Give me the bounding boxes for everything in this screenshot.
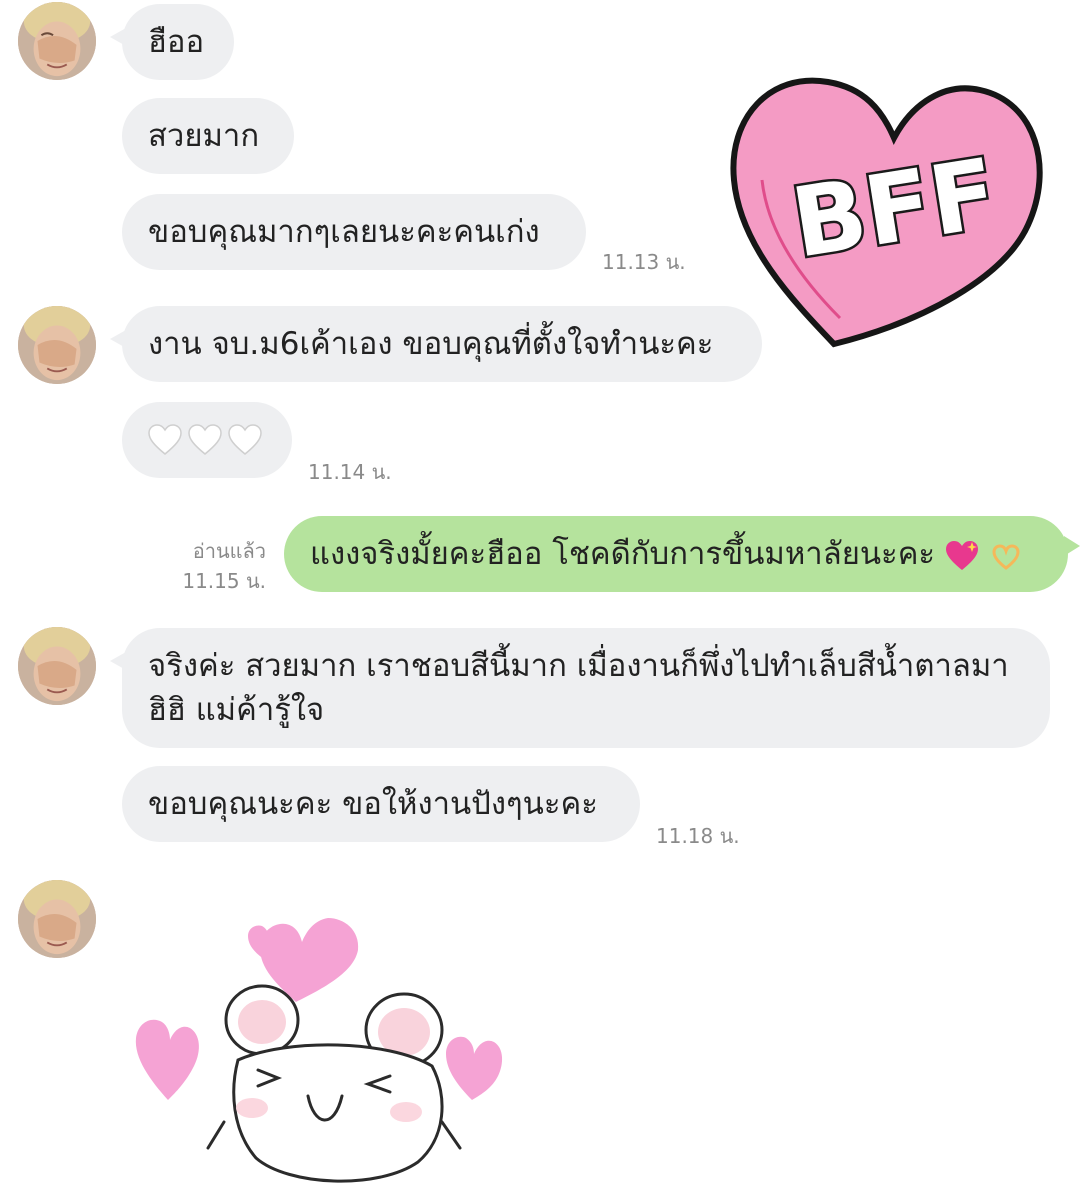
received-message[interactable]: ขอบคุณนะคะ ขอให้งานปังๆนะคะ	[122, 766, 640, 842]
read-receipt: อ่านแล้ว 11.15 น.	[150, 536, 266, 596]
message-timestamp: 11.13 น.	[602, 250, 686, 274]
received-message[interactable]: ฮืออ	[110, 4, 234, 80]
received-message[interactable]: ขอบคุณมากๆเลยนะคะคนเก่ง	[122, 194, 586, 270]
avatar-photo-icon	[18, 627, 96, 705]
received-message[interactable]	[122, 402, 292, 478]
received-message[interactable]: งาน จบ.ม6เค้าเอง ขอบคุณที่ตั้งใจทำนะคะ	[110, 306, 762, 382]
avatar-photo-icon	[18, 2, 96, 80]
message-text: จริงค่ะ สวยมาก เราชอบสีนี้มาก เมื่องานก็…	[148, 648, 1009, 728]
pink-heart-icon	[446, 1036, 503, 1100]
bff-heart-sticker[interactable]: BFF	[722, 60, 1052, 354]
received-message[interactable]: สวยมาก	[122, 98, 294, 174]
white-heart-emoji	[148, 423, 182, 455]
sparkling-heart-emoji	[945, 540, 978, 570]
sender-avatar[interactable]	[18, 627, 96, 705]
read-status: อ่านแล้ว	[192, 539, 266, 563]
sent-message[interactable]: แงงจริงมั้ยคะฮืออ โชคดีกับการขึ้นมหาลัยน…	[284, 516, 1080, 592]
message-timestamp: 11.15 น.	[182, 569, 266, 593]
received-message[interactable]: จริงค่ะ สวยมาก เราชอบสีนี้มาก เมื่องานก็…	[110, 628, 1050, 748]
message-timestamp: 11.14 น.	[308, 460, 392, 484]
message-text: สวยมาก	[148, 118, 260, 154]
sender-avatar[interactable]	[18, 306, 96, 384]
mouse-with-hearts-sticker[interactable]	[128, 900, 510, 1192]
avatar-photo-icon	[18, 306, 96, 384]
message-text: ขอบคุณนะคะ ขอให้งานปังๆนะคะ	[148, 786, 598, 822]
white-heart-emoji-group	[148, 423, 262, 456]
mouse-character-icon	[206, 984, 462, 1183]
white-heart-emoji	[188, 423, 222, 455]
sender-avatar[interactable]	[18, 2, 96, 80]
heart-hands-emoji	[992, 543, 1020, 570]
white-heart-emoji	[228, 423, 262, 455]
avatar-photo-icon	[18, 880, 96, 958]
message-timestamp: 11.18 น.	[656, 824, 740, 848]
message-text: ฮืออ	[148, 24, 205, 60]
message-text: ขอบคุณมากๆเลยนะคะคนเก่ง	[148, 214, 540, 250]
pink-heart-icon	[135, 1019, 199, 1100]
sender-avatar[interactable]	[18, 880, 96, 958]
message-text: แงงจริงมั้ยคะฮืออ โชคดีกับการขึ้นมหาลัยน…	[310, 536, 936, 572]
message-text: งาน จบ.ม6เค้าเอง ขอบคุณที่ตั้งใจทำนะคะ	[148, 326, 714, 362]
